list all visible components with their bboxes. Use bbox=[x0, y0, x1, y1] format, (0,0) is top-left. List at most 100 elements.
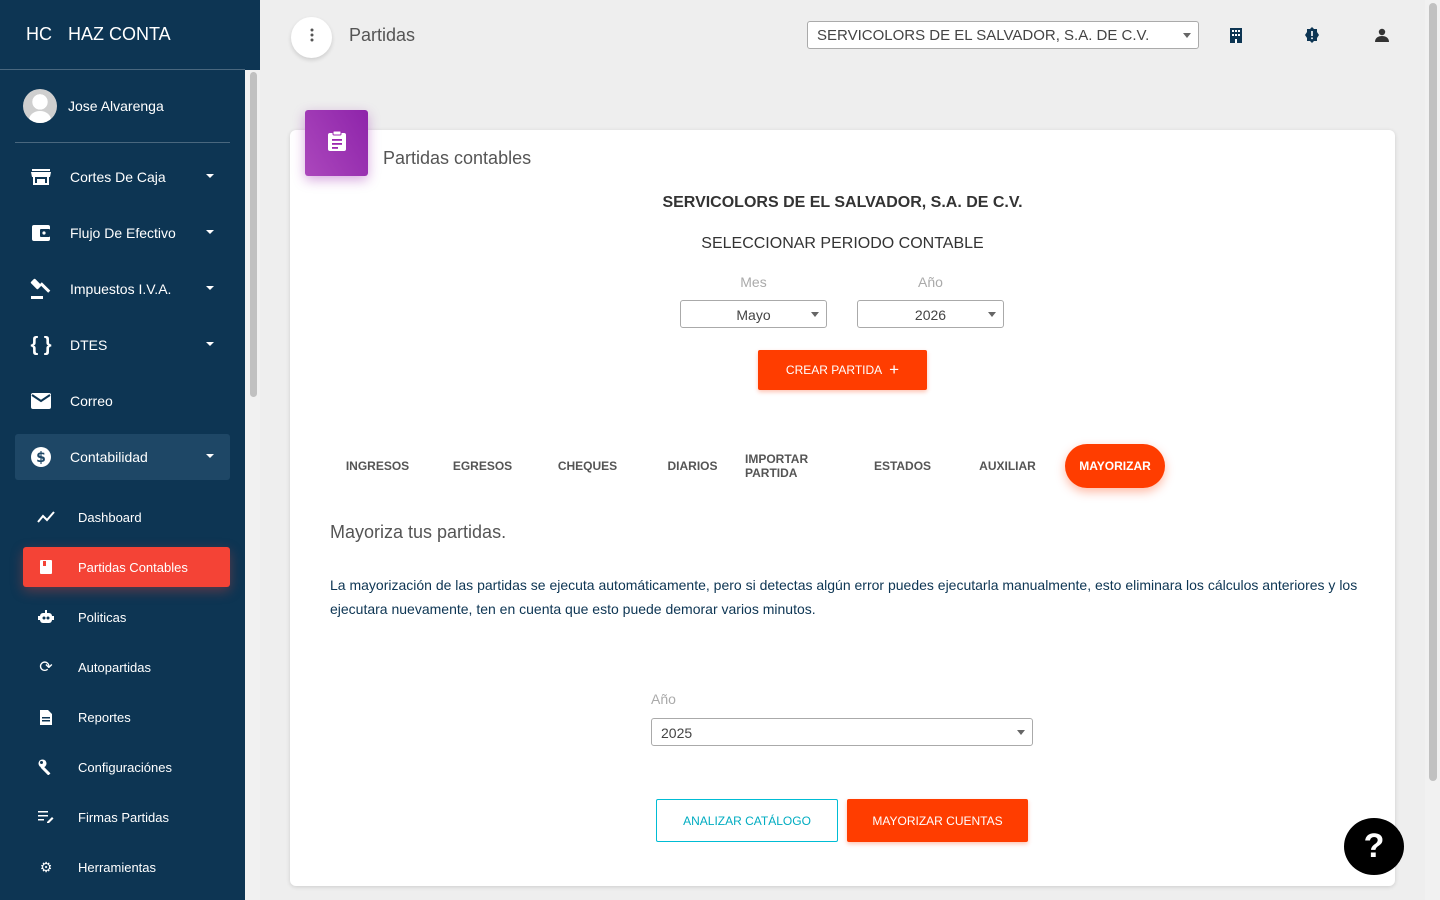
card-title: Partidas contables bbox=[383, 148, 532, 168]
sidebar-item-partidas-contables[interactable]: Partidas Contables bbox=[23, 547, 230, 587]
gears-icon: ⚙ bbox=[39, 858, 53, 875]
sidebar-nav: Cortes De Caja Flujo De Efectivo Impuest… bbox=[15, 154, 230, 490]
gavel-icon bbox=[29, 277, 53, 301]
svg-text:$: $ bbox=[36, 450, 46, 466]
more-menu-button[interactable] bbox=[291, 17, 332, 58]
sidebar-item-label: Dashboard bbox=[78, 509, 142, 525]
building-icon[interactable] bbox=[1226, 25, 1246, 45]
sidebar-item-contabilidad[interactable]: $ Contabilidad bbox=[15, 434, 230, 480]
tab-importar-partida[interactable]: IMPORTAR PARTIDA bbox=[745, 444, 850, 488]
sidebar-item-label: Configuraciónes bbox=[78, 759, 172, 775]
person-icon[interactable] bbox=[1372, 25, 1392, 45]
wallet-icon bbox=[29, 221, 53, 245]
edit-list-icon bbox=[37, 808, 55, 826]
caret-down-icon bbox=[206, 454, 214, 458]
month-select-value: Mayo bbox=[736, 307, 771, 323]
user-profile[interactable]: Jose Alvarenga bbox=[15, 70, 230, 143]
caret-down-icon bbox=[206, 230, 214, 234]
sidebar-item-configuraciones[interactable]: Configuraciónes bbox=[23, 747, 230, 787]
avatar bbox=[23, 89, 57, 123]
sidebar-item-firmas-partidas[interactable]: Firmas Partidas bbox=[23, 797, 230, 837]
sidebar-item-politicas[interactable]: Politicas bbox=[23, 597, 230, 637]
sidebar-item-autopartidas[interactable]: ⟳ Autopartidas bbox=[23, 647, 230, 687]
mayor-year-label: Año bbox=[651, 691, 676, 707]
robot-icon bbox=[37, 608, 55, 626]
mayor-year-select[interactable]: 2025 bbox=[651, 718, 1033, 746]
dropdown-arrow-icon bbox=[811, 312, 819, 317]
tab-egresos[interactable]: EGRESOS bbox=[430, 444, 535, 488]
sidebar-item-cortes-de-caja[interactable]: Cortes De Caja bbox=[15, 154, 230, 200]
year-select[interactable]: 2026 bbox=[857, 300, 1004, 328]
user-name: Jose Alvarenga bbox=[68, 98, 164, 114]
page-title: Partidas bbox=[349, 25, 416, 45]
brand-name: HAZ CONTA bbox=[68, 24, 171, 44]
mayorizar-cuentas-button[interactable]: MAYORIZAR CUENTAS bbox=[847, 799, 1028, 842]
sidebar-item-label: Herramientas bbox=[78, 859, 157, 875]
caret-down-icon bbox=[206, 342, 214, 346]
alert-badge-icon[interactable] bbox=[1302, 25, 1322, 45]
document-icon bbox=[37, 708, 55, 726]
mayorizar-description: La mayorización de las partidas se ejecu… bbox=[330, 577, 1358, 617]
mail-icon bbox=[29, 389, 53, 413]
sidebar-item-label: Autopartidas bbox=[78, 659, 151, 675]
page-scrollbar-thumb[interactable] bbox=[1429, 3, 1437, 781]
crear-partida-label: CREAR PARTIDA bbox=[785, 363, 883, 377]
company-select[interactable]: SERVICOLORS DE EL SALVADOR, S.A. DE C.V. bbox=[807, 21, 1199, 49]
store-icon bbox=[29, 165, 53, 189]
sidebar-item-label: Impuestos I.V.A. bbox=[70, 281, 172, 297]
clipboard-icon bbox=[327, 130, 347, 157]
tab-auxiliar[interactable]: AUXILIAR bbox=[955, 444, 1060, 488]
dropdown-arrow-icon bbox=[1183, 33, 1191, 38]
trend-icon bbox=[37, 508, 55, 526]
section-title: Mayoriza tus partidas. bbox=[330, 522, 507, 542]
sidebar-item-dashboard[interactable]: Dashboard bbox=[23, 497, 230, 537]
brand-mini: HC bbox=[26, 24, 52, 44]
tab-mayorizar[interactable]: MAYORIZAR bbox=[1065, 444, 1165, 488]
sidebar-item-label: Correo bbox=[70, 393, 113, 409]
sidebar-item-label: Contabilidad bbox=[70, 449, 148, 465]
sidebar-item-flujo-de-efectivo[interactable]: Flujo De Efectivo bbox=[15, 210, 230, 256]
help-button[interactable]: ? bbox=[1344, 818, 1404, 875]
dollar-icon: $ bbox=[29, 445, 53, 469]
sidebar-item-label: Politicas bbox=[78, 609, 127, 625]
wrench-icon bbox=[37, 758, 55, 776]
dropdown-arrow-icon bbox=[988, 312, 996, 317]
brand[interactable]: HC HAZ CONTA bbox=[0, 0, 245, 70]
sidebar-item-impuestos-iva[interactable]: Impuestos I.V.A. bbox=[15, 266, 230, 312]
tab-diarios[interactable]: DIARIOS bbox=[640, 444, 745, 488]
sidebar-item-dtes[interactable]: { } DTES bbox=[15, 322, 230, 368]
tab-cheques[interactable]: CHEQUES bbox=[535, 444, 640, 488]
partidas-card: Partidas contables SERVICOLORS DE EL SAL… bbox=[290, 110, 1395, 886]
sidebar-item-label: Firmas Partidas bbox=[78, 809, 170, 825]
sync-icon: ⟳ bbox=[39, 659, 53, 676]
tab-estados[interactable]: ESTADOS bbox=[850, 444, 955, 488]
sidebar-item-reportes[interactable]: Reportes bbox=[23, 697, 230, 737]
caret-down-icon bbox=[206, 286, 214, 290]
sidebar-item-label: Flujo De Efectivo bbox=[70, 225, 176, 241]
year-label: Año bbox=[918, 274, 943, 290]
dropdown-arrow-icon bbox=[1017, 730, 1025, 735]
company-select-value: SERVICOLORS DE EL SALVADOR, S.A. DE C.V. bbox=[817, 27, 1150, 44]
period-title: SELECCIONAR PERIODO CONTABLE bbox=[701, 235, 984, 252]
sidebar-item-label: Reportes bbox=[78, 709, 131, 725]
crear-partida-button[interactable]: CREAR PARTIDA + bbox=[758, 350, 927, 390]
sidebar: HC HAZ CONTA Jose Alvarenga Cortes De Ca… bbox=[0, 0, 260, 900]
sidebar-item-label: DTES bbox=[70, 337, 108, 353]
company-name-heading: SERVICOLORS DE EL SALVADOR, S.A. DE C.V. bbox=[662, 194, 1023, 211]
sidebar-item-label: Partidas Contables bbox=[78, 559, 188, 575]
sidebar-item-correo[interactable]: Correo bbox=[15, 378, 230, 424]
sidebar-subnav: Dashboard Partidas Contables Politicas ⟳… bbox=[23, 497, 230, 897]
braces-icon: { } bbox=[30, 333, 52, 356]
tab-ingresos[interactable]: INGRESOS bbox=[325, 444, 430, 488]
sidebar-item-label: Cortes De Caja bbox=[70, 169, 166, 185]
sidebar-scrollbar-thumb[interactable] bbox=[250, 72, 257, 397]
more-vertical-icon bbox=[310, 28, 314, 47]
card-header-icon bbox=[305, 110, 368, 176]
analizar-catalogo-button[interactable]: ANALIZAR CATÁLOGO bbox=[656, 799, 838, 842]
topbar: Partidas SERVICOLORS DE EL SALVADOR, S.A… bbox=[260, 0, 1425, 70]
mayor-year-select-value: 2025 bbox=[661, 725, 693, 741]
month-select[interactable]: Mayo bbox=[680, 300, 827, 328]
month-label: Mes bbox=[740, 274, 767, 290]
plus-icon: + bbox=[889, 360, 900, 379]
sidebar-item-herramientas[interactable]: ⚙ Herramientas bbox=[23, 847, 230, 887]
